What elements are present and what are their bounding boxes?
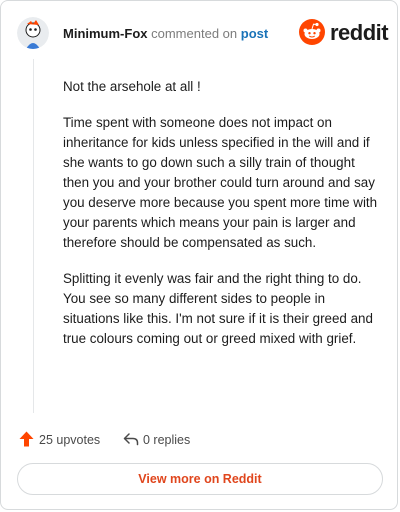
comment-card: Minimum-Fox commented on post reddit Not… (0, 0, 398, 510)
comment-paragraph: Splitting it evenly was fair and the rig… (63, 271, 373, 346)
upvote-count: 25 upvotes (39, 433, 101, 447)
comment-body: Not the arsehole at all ! Time spent wit… (63, 77, 381, 365)
avatar[interactable] (17, 17, 49, 49)
reddit-brand[interactable]: reddit (299, 19, 389, 47)
reply-arrow-icon (123, 433, 139, 446)
view-more-button[interactable]: View more on Reddit (17, 463, 383, 495)
post-link[interactable]: post (241, 26, 268, 41)
comment-paragraph: Time spent with someone does not impact … (63, 115, 378, 250)
comment-header: Minimum-Fox commented on post reddit (17, 15, 389, 51)
reddit-logo-icon (299, 19, 325, 45)
comment-paragraph: Not the arsehole at all ! (63, 79, 201, 94)
upvote-arrow-icon (19, 431, 34, 447)
thread-line (33, 59, 34, 413)
brand-wordmark: reddit (330, 20, 389, 45)
author-name[interactable]: Minimum-Fox (63, 26, 148, 41)
reply-count: 0 replies (143, 433, 191, 447)
action-text: commented on (151, 26, 238, 41)
header-text: Minimum-Fox commented on post (63, 26, 268, 41)
